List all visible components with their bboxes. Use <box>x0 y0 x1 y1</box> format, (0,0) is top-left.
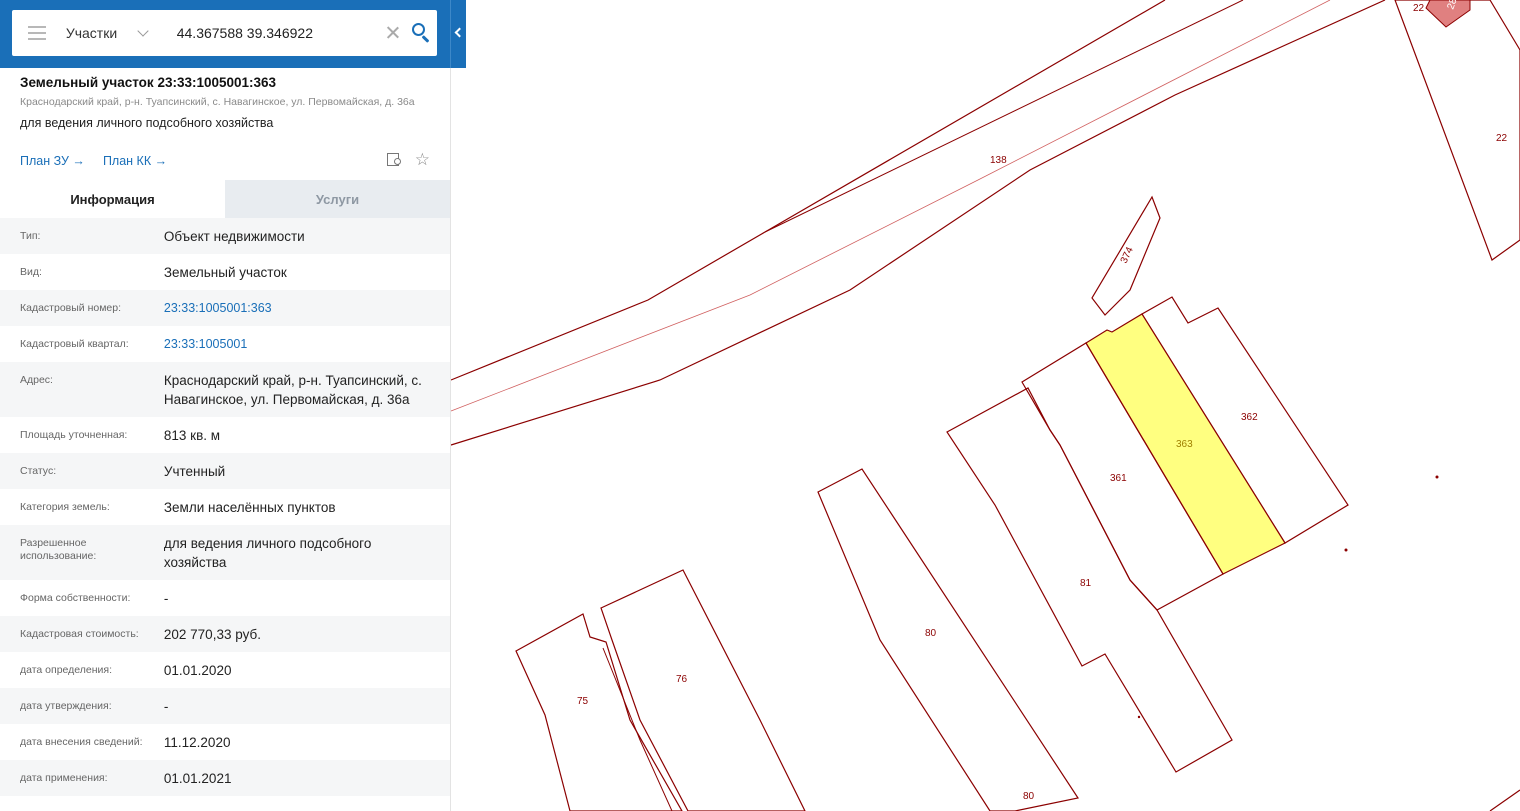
chevron-down-icon <box>137 24 149 37</box>
point-marker <box>1137 715 1141 719</box>
search-bar: Участки <box>0 0 466 68</box>
label-138: 138 <box>990 155 1007 166</box>
table-row: Статус: Учтенный <box>0 453 450 489</box>
row-label: Адрес: <box>20 374 53 386</box>
row-value: Объект недвижимости <box>163 229 305 244</box>
row-label: Статус: <box>20 465 57 477</box>
row-value: Земельный участок <box>163 265 287 280</box>
plan-links: План ЗУ → План КК → <box>20 154 167 168</box>
label-362: 362 <box>1241 412 1258 423</box>
row-value: 813 кв. м <box>163 428 221 443</box>
search-box: Участки <box>12 10 437 56</box>
label-22-top: 22 <box>1413 3 1425 14</box>
table-row: дата применения: 01.01.2021 <box>0 760 450 796</box>
row-label: дата применения: <box>20 772 108 784</box>
row-value: 01.01.2021 <box>163 771 232 786</box>
search-input[interactable] <box>176 25 380 41</box>
row-label: Кадастровая стоимость: <box>20 628 139 640</box>
plan-kk-link[interactable]: План КК → <box>103 154 167 168</box>
table-row: Кадастровый квартал: 23:33:1005001 <box>0 326 450 362</box>
table-row: дата определения: 01.01.2020 <box>0 652 450 688</box>
search-icon[interactable] <box>407 18 437 48</box>
tab-services[interactable]: Услуги <box>225 180 450 218</box>
row-label: дата определения: <box>20 664 113 676</box>
layer-select[interactable]: Участки <box>65 24 165 41</box>
info-table: Тип: Объект недвижимости Вид: Земельный … <box>0 218 450 796</box>
collapse-panel-button[interactable] <box>450 0 466 68</box>
label-75: 75 <box>577 696 589 707</box>
label-22-right: 22 <box>1496 133 1508 144</box>
row-label: дата утверждения: <box>20 700 112 712</box>
row-value: 202 770,33 руб. <box>163 627 261 642</box>
row-value: 11.12.2020 <box>163 735 231 750</box>
table-row: Форма собственности: - <box>0 580 450 616</box>
header-actions: ☆ <box>386 151 430 168</box>
tab-information[interactable]: Информация <box>0 180 225 218</box>
road-centerline <box>450 0 1331 412</box>
table-row: Тип: Объект недвижимости <box>0 218 450 254</box>
parcel-bottom-right-edge <box>1489 789 1520 811</box>
star-icon[interactable]: ☆ <box>415 151 430 168</box>
road-boundary-upper-2 <box>764 0 1244 233</box>
row-value: Учтенный <box>163 464 226 479</box>
row-value: - <box>163 699 169 714</box>
row-label: Тип: <box>20 230 41 242</box>
row-label: Форма собственности: <box>20 592 131 604</box>
parcel-title: Земельный участок 23:33:1005001:363 <box>20 75 277 90</box>
table-row: Кадастровая стоимость: 202 770,33 руб. <box>0 616 450 652</box>
label-363: 363 <box>1176 439 1193 450</box>
layer-select-value: Участки <box>65 25 118 41</box>
row-label: Кадастровый номер: <box>20 302 122 314</box>
row-label: Категория земель: <box>20 501 110 513</box>
label-361: 361 <box>1110 473 1127 484</box>
table-row: Адрес: Краснодарский край, р-н. Туапсинс… <box>0 362 450 417</box>
table-row: дата утверждения: - <box>0 688 450 724</box>
table-row: Площадь уточненная: 813 кв. м <box>0 417 450 453</box>
point-marker <box>1435 475 1439 479</box>
point-marker <box>1344 548 1348 552</box>
road-boundary-upper <box>450 0 1166 381</box>
row-value: 01.01.2020 <box>163 663 232 678</box>
parcel-75-inner-line <box>602 647 673 811</box>
row-value: Краснодарский край, р-н. Туапсинский, с.… <box>163 373 422 407</box>
collapse-arrow-icon <box>454 27 465 38</box>
row-value: Земли населённых пунктов <box>163 500 336 515</box>
row-value: для ведения личного подсобного хозяйства <box>163 536 372 570</box>
label-76: 76 <box>676 674 688 685</box>
menu-icon[interactable] <box>28 26 46 40</box>
label-81: 81 <box>1080 578 1092 589</box>
parcel-purpose: для ведения личного подсобного хозяйства <box>20 116 274 130</box>
parcel-80[interactable] <box>817 468 1079 811</box>
row-label: Кадастровый квартал: <box>20 338 129 350</box>
clear-icon[interactable] <box>384 24 402 42</box>
table-row: дата внесения сведений: 11.12.2020 <box>0 724 450 760</box>
tabs: Информация Услуги <box>0 180 450 218</box>
label-80-bottom: 80 <box>1023 791 1035 802</box>
info-panel: Земельный участок 23:33:1005001:363 Крас… <box>0 68 451 811</box>
parcel-22[interactable] <box>1394 0 1520 261</box>
table-row: Разрешенное использование: для ведения л… <box>0 525 450 580</box>
parcel-75[interactable] <box>515 613 683 811</box>
table-row: Кадастровый номер: 23:33:1005001:363 <box>0 290 450 326</box>
row-label: Площадь уточненная: <box>20 429 128 441</box>
cadastral-quarter-link[interactable]: 23:33:1005001 <box>164 335 430 354</box>
plan-view-icon[interactable] <box>386 152 403 168</box>
row-value: - <box>163 591 169 606</box>
road-boundary-lower <box>450 0 1386 446</box>
row-label: дата внесения сведений: <box>20 736 143 748</box>
table-row: Вид: Земельный участок <box>0 254 450 290</box>
plan-zu-link[interactable]: План ЗУ → <box>20 154 85 168</box>
row-label: Разрешенное использование: <box>20 537 97 562</box>
label-80: 80 <box>925 628 937 639</box>
parcel-header: Земельный участок 23:33:1005001:363 Крас… <box>0 68 450 180</box>
parcel-address-short: Краснодарский край, р-н. Туапсинский, с.… <box>20 96 415 108</box>
table-row: Категория земель: Земли населённых пункт… <box>0 489 450 525</box>
cadastral-number-link[interactable]: 23:33:1005001:363 <box>164 299 430 318</box>
parcel-76[interactable] <box>600 569 806 811</box>
row-label: Вид: <box>20 266 42 278</box>
